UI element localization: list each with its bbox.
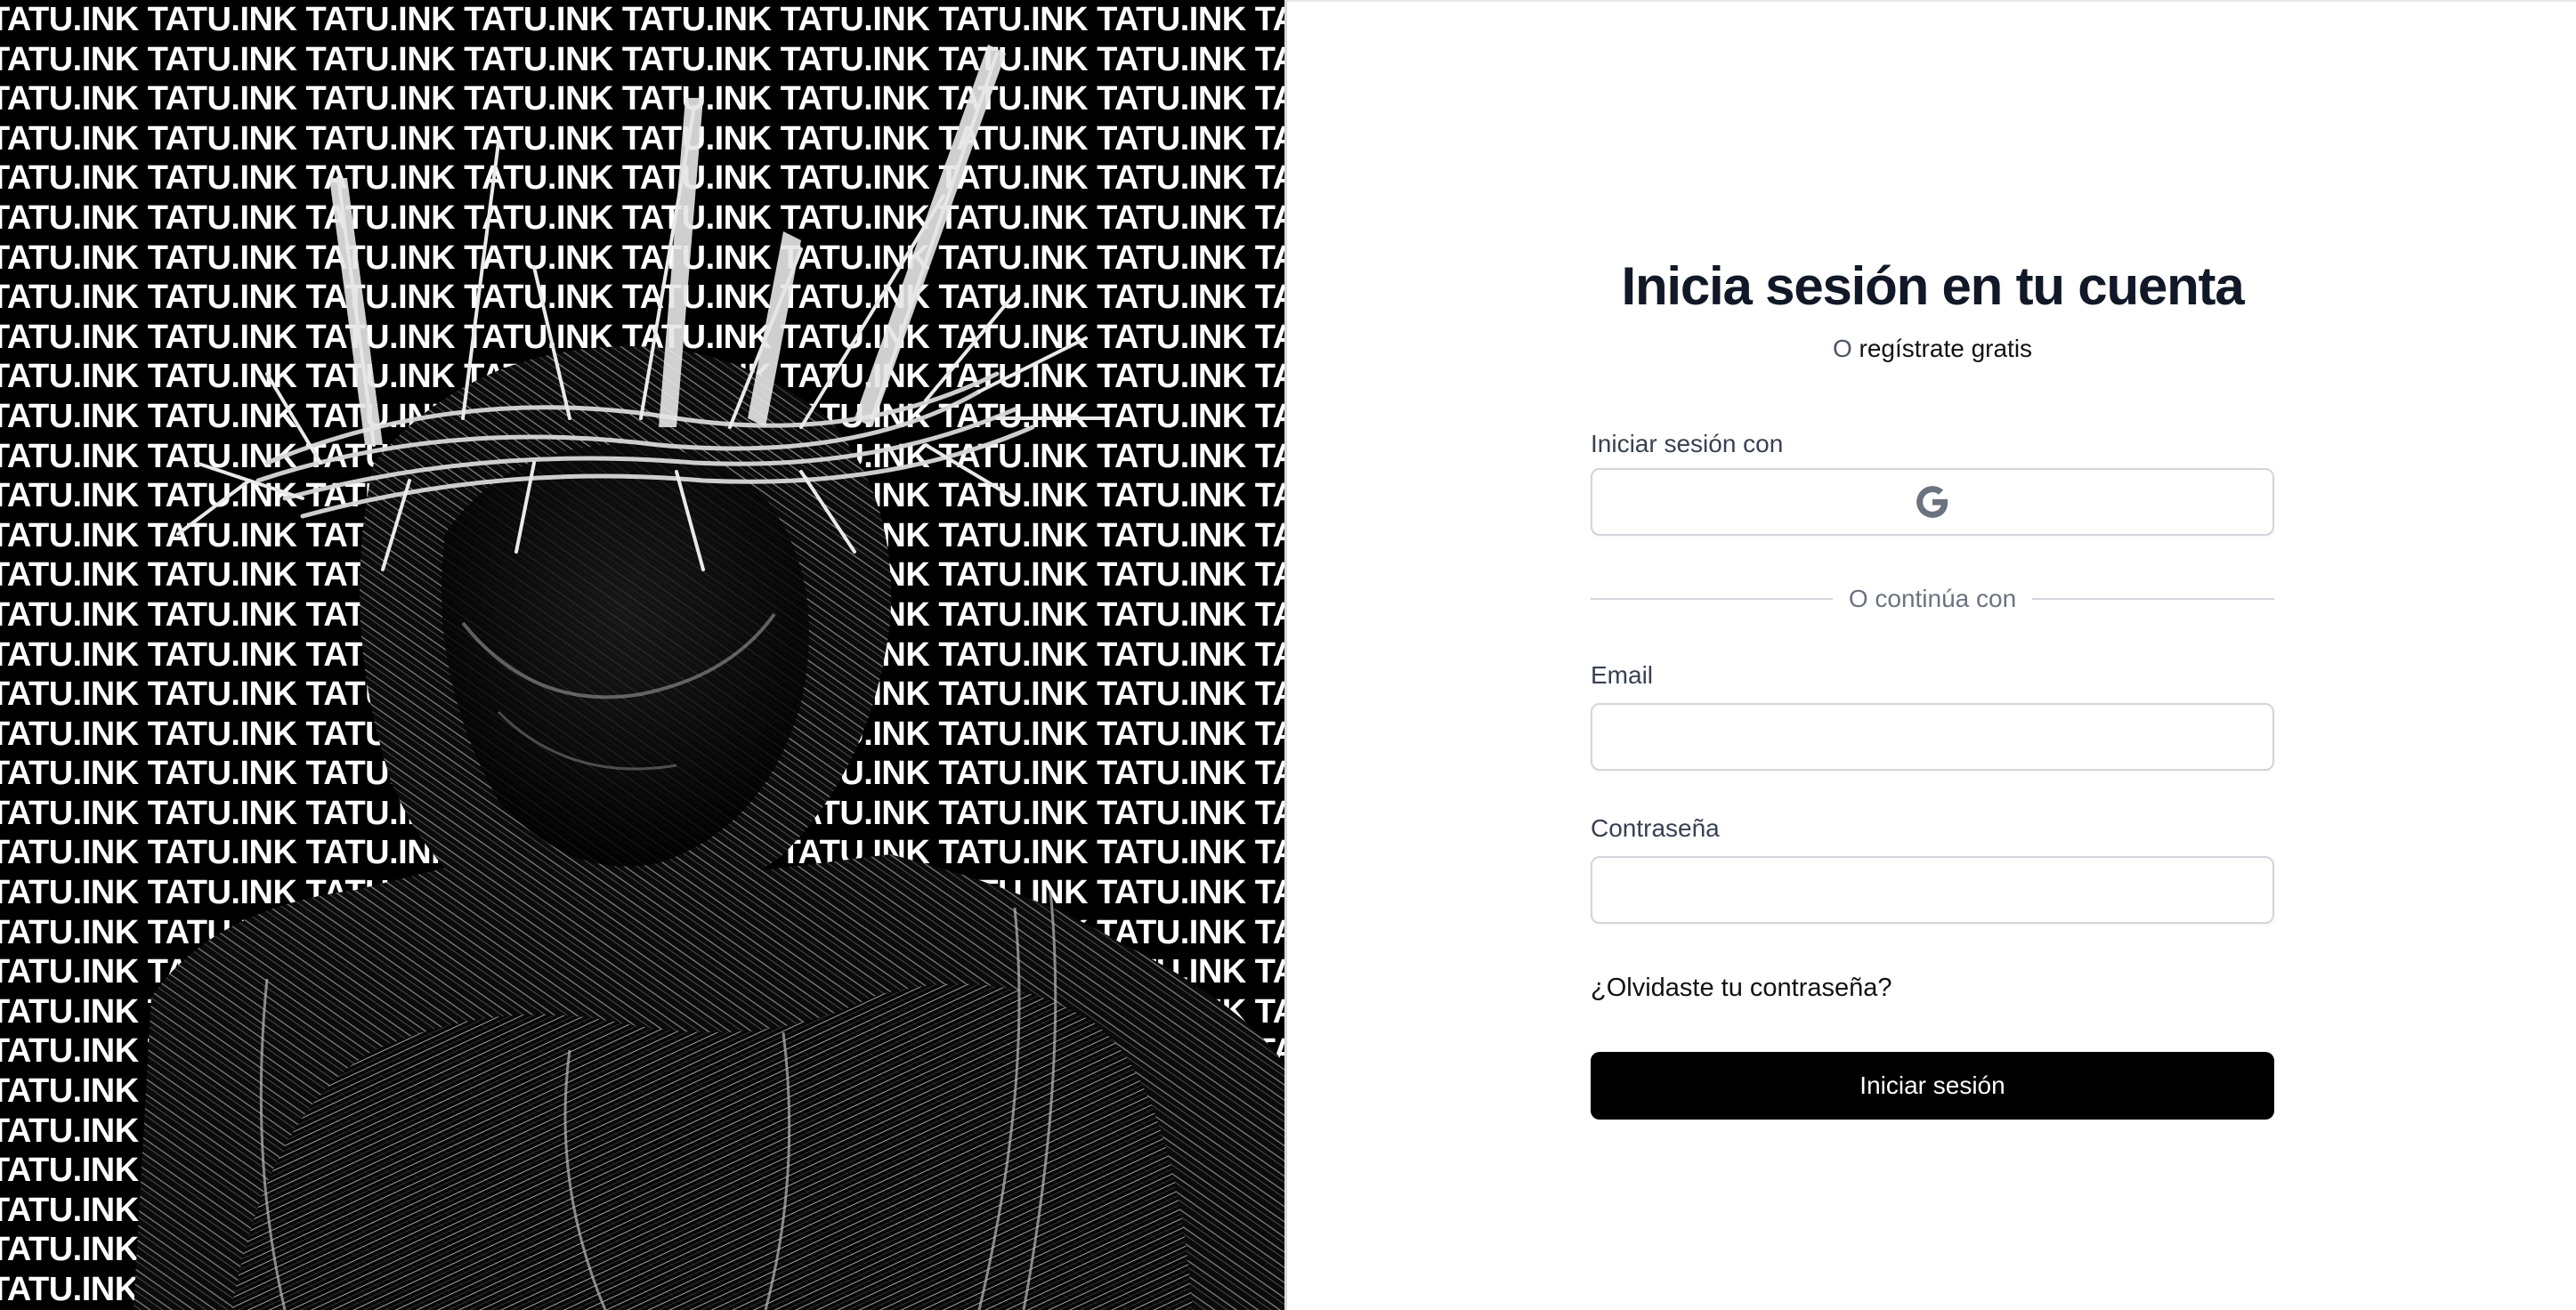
password-label: Contraseña [1591, 814, 1720, 842]
google-login-button[interactable] [1591, 468, 2274, 536]
email-label: Email [1591, 661, 1654, 689]
register-prefix: O [1832, 335, 1852, 362]
page-title: Inicia sesión en tu cuenta [1621, 256, 2245, 316]
forgot-password-link[interactable]: ¿Olvidaste tu contraseña? [1591, 972, 1892, 1004]
divider-text: O continúa con [1848, 585, 2017, 612]
thorn-crowned-figure-illustration [134, 44, 1287, 1310]
or-divider: O continúa con [1591, 584, 2274, 614]
login-card: Inicia sesión en tu cuenta O regístrate … [1591, 253, 2274, 1120]
email-field-group: Email [1591, 660, 2274, 771]
divider-line-left [1591, 598, 1833, 600]
login-panel: Inicia sesión en tu cuenta O regístrate … [1287, 0, 2576, 1310]
hero-artwork-panel: TATU.INK TATU.INK TATU.INK TATU.INK TATU… [0, 0, 1287, 1310]
password-field[interactable] [1591, 856, 2274, 924]
register-prompt: O regístrate gratis [1591, 333, 2274, 365]
google-icon [1916, 486, 1948, 518]
sign-in-button[interactable]: Iniciar sesión [1591, 1052, 2274, 1120]
social-login-section: Iniciar sesión con [1591, 429, 2274, 536]
login-page: TATU.INK TATU.INK TATU.INK TATU.INK TATU… [0, 0, 2576, 1310]
email-field[interactable] [1591, 703, 2274, 771]
password-field-group: Contraseña [1591, 813, 2274, 924]
divider-line-right [2032, 598, 2274, 600]
register-link[interactable]: regístrate gratis [1859, 335, 2033, 362]
social-login-label: Iniciar sesión con [1591, 430, 1784, 457]
